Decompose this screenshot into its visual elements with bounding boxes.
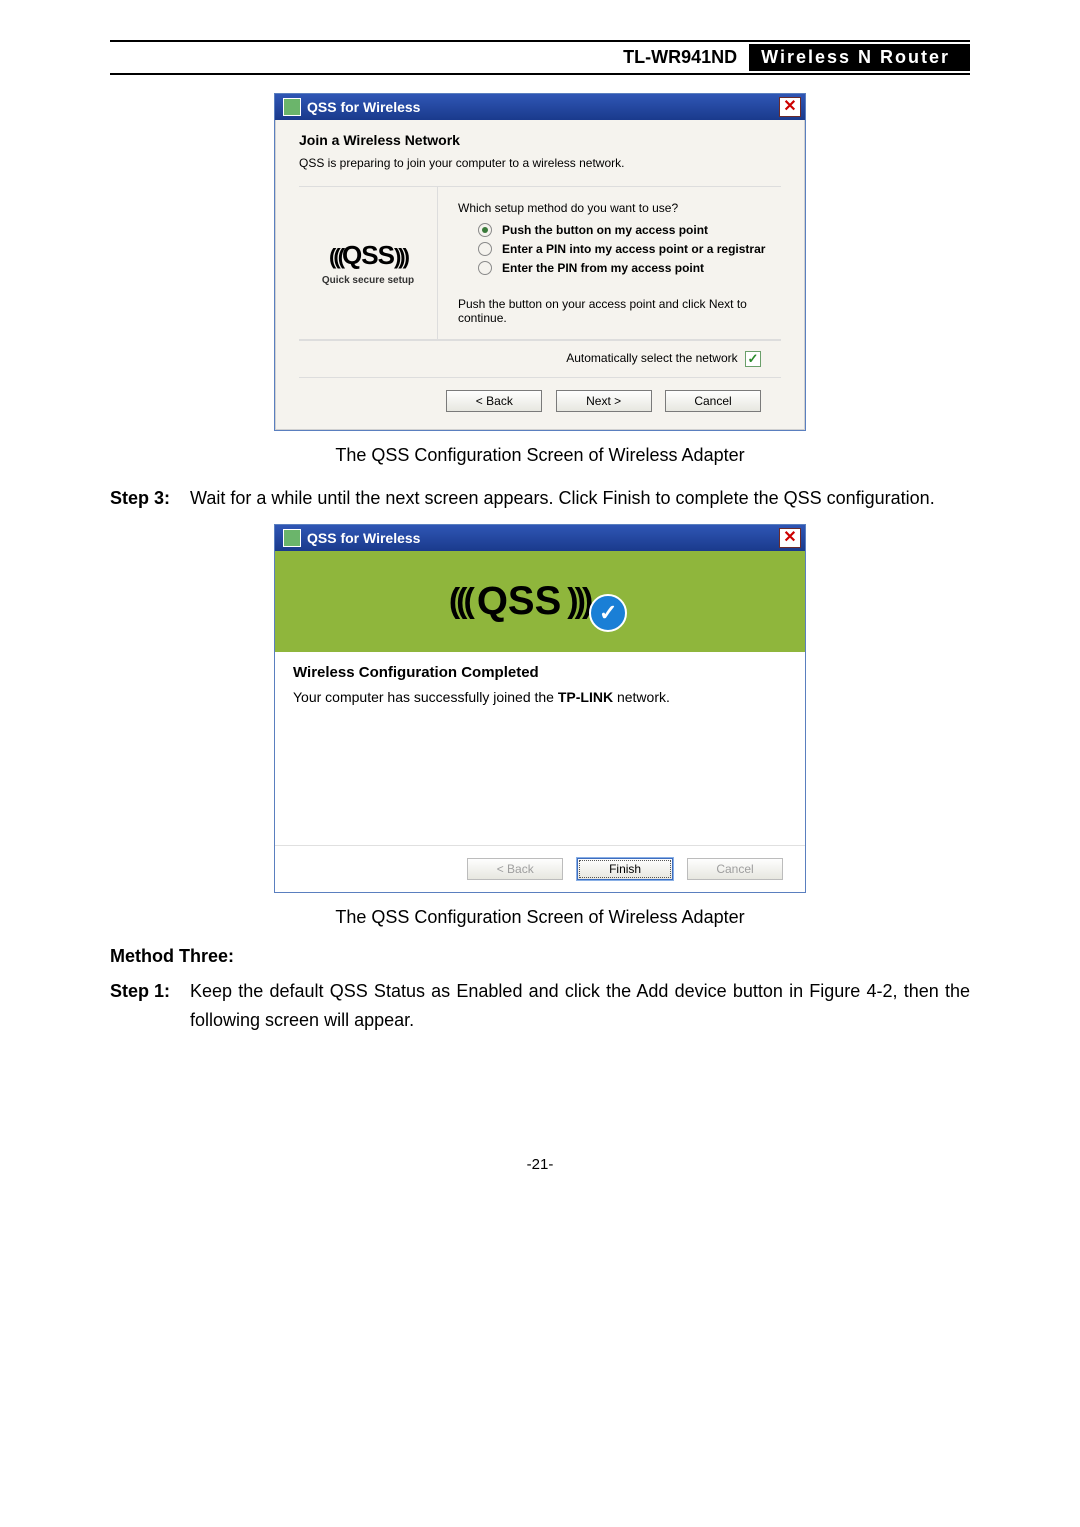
window-title: QSS for Wireless: [307, 530, 779, 546]
option-label: Push the button on my access point: [502, 223, 708, 237]
qss-logo-large: (((QSS))): [449, 579, 589, 624]
figure-caption: The QSS Configuration Screen of Wireless…: [110, 907, 970, 928]
back-button[interactable]: < Back: [446, 390, 542, 412]
step-text: Wait for a while until the next screen a…: [190, 484, 970, 514]
titlebar: QSS for Wireless ✕: [275, 94, 805, 120]
close-icon[interactable]: ✕: [779, 97, 801, 117]
next-button[interactable]: Next >: [556, 390, 652, 412]
qss-logo-panel: (((QSS))) Quick secure setup: [299, 187, 438, 339]
qss-dialog-complete: QSS for Wireless ✕ (((QSS))) ✓ Wireless …: [274, 524, 806, 893]
window-title: QSS for Wireless: [307, 99, 779, 115]
checkmark-icon: ✓: [589, 594, 627, 632]
step-1: Step 1: Keep the default QSS Status as E…: [110, 977, 970, 1036]
method-three-heading: Method Three:: [110, 946, 970, 967]
radio-icon: [478, 242, 492, 256]
step-text: Keep the default QSS Status as Enabled a…: [190, 977, 970, 1036]
success-banner: (((QSS))) ✓: [275, 551, 805, 652]
option-label: Enter the PIN from my access point: [502, 261, 704, 275]
completed-heading: Wireless Configuration Completed: [293, 664, 787, 681]
radio-icon: [478, 261, 492, 275]
dialog-subtitle: QSS is preparing to join your computer t…: [299, 156, 781, 170]
cancel-button[interactable]: Cancel: [665, 390, 761, 412]
auto-select-checkbox[interactable]: ✓: [745, 351, 761, 367]
instruction-text: Push the button on your access point and…: [458, 297, 773, 325]
qss-logo: (((QSS))): [329, 240, 407, 271]
qss-logo-label: Quick secure setup: [322, 275, 414, 286]
step-label: Step 1:: [110, 977, 190, 1036]
dialog-heading: Join a Wireless Network: [299, 132, 781, 148]
titlebar: QSS for Wireless ✕: [275, 525, 805, 551]
back-button: < Back: [467, 858, 563, 880]
app-icon: [283, 529, 301, 547]
setup-question: Which setup method do you want to use?: [458, 201, 773, 215]
auto-select-label: Automatically select the network: [566, 351, 737, 365]
figure-caption: The QSS Configuration Screen of Wireless…: [110, 445, 970, 466]
product-name: Wireless N Router: [749, 44, 970, 71]
option-enter-pin-ap[interactable]: Enter a PIN into my access point or a re…: [458, 242, 773, 256]
page-number: -21-: [110, 1156, 970, 1173]
radio-icon: [478, 223, 492, 237]
close-icon[interactable]: ✕: [779, 528, 801, 548]
completed-text: Your computer has successfully joined th…: [293, 689, 787, 705]
option-push-button[interactable]: Push the button on my access point: [458, 223, 773, 237]
step-3: Step 3: Wait for a while until the next …: [110, 484, 970, 514]
cancel-button: Cancel: [687, 858, 783, 880]
option-enter-pin-from-ap[interactable]: Enter the PIN from my access point: [458, 261, 773, 275]
qss-dialog-join: QSS for Wireless ✕ Join a Wireless Netwo…: [274, 93, 806, 431]
model-number: TL-WR941ND: [611, 44, 749, 71]
finish-button[interactable]: Finish: [577, 858, 673, 880]
app-icon: [283, 98, 301, 116]
step-label: Step 3:: [110, 484, 190, 514]
option-label: Enter a PIN into my access point or a re…: [502, 242, 765, 256]
page-header: TL-WR941ND Wireless N Router: [110, 40, 970, 75]
auto-select-row: Automatically select the network ✓: [299, 340, 781, 377]
